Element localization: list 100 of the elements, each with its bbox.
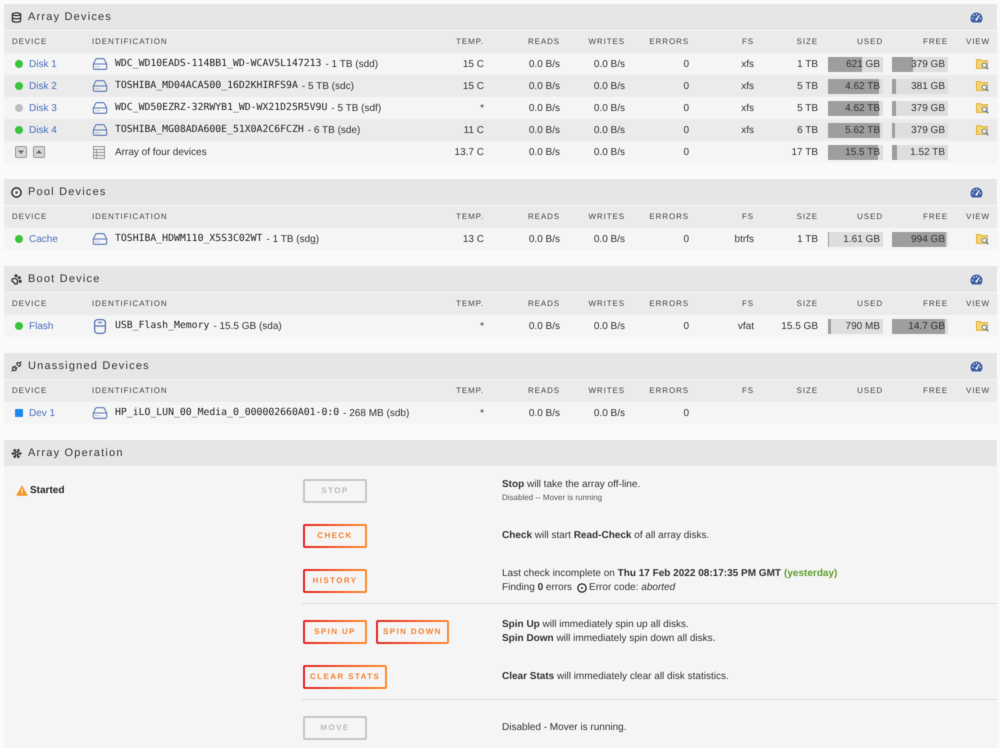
device-link[interactable]: Disk 3: [29, 100, 57, 116]
filesystem-value: xfs: [741, 102, 754, 116]
plug-icon: [11, 360, 22, 372]
temperature-value: *: [480, 406, 484, 420]
array-status: Started: [30, 484, 64, 498]
action-button[interactable]: SPIN UP: [303, 620, 367, 644]
gauge-icon[interactable]: [970, 360, 983, 372]
description-text: Disabled - Mover is running.: [502, 720, 626, 734]
device-link[interactable]: Flash: [29, 318, 54, 334]
relative-date: (yesterday): [784, 566, 838, 580]
hard-drive-icon: [92, 56, 108, 72]
action-button[interactable]: CLEAR STATS: [303, 664, 388, 688]
column-header: FS: [742, 36, 754, 48]
column-header: IDENTIFICATION: [92, 211, 168, 223]
snowflake-icon: [11, 448, 22, 458]
column-header: USED: [857, 298, 883, 310]
folder-search-icon[interactable]: [976, 124, 989, 136]
column-header: FREE: [923, 298, 948, 310]
finding-text: Finding 0 errors: [502, 580, 572, 594]
reads-value: 0.0 B/s: [528, 58, 560, 72]
gauge-icon[interactable]: [970, 274, 983, 284]
size-value: 5 TB: [797, 80, 818, 94]
column-header: USED: [857, 385, 883, 397]
device-link[interactable]: Disk 2: [29, 78, 57, 94]
filesystem-value: vfat: [738, 320, 754, 334]
reads-value: 0.0 B/s: [528, 80, 560, 94]
filesystem-value: xfs: [741, 124, 754, 138]
column-header: DEVICE: [12, 298, 48, 310]
device-link[interactable]: Disk 4: [29, 122, 57, 138]
column-header: SIZE: [796, 36, 818, 48]
temperature-value: 13 C: [462, 232, 484, 246]
writes-value: 0.0 B/s: [594, 232, 625, 246]
temperature-value: *: [480, 320, 484, 334]
used-space-value: 1.61 GB: [843, 232, 881, 246]
device-link[interactable]: Disk 1: [29, 56, 57, 72]
temperature-value: 11 C: [464, 124, 484, 138]
free-space-value: 379 GB: [911, 124, 946, 138]
column-header: FS: [742, 298, 754, 310]
list-icon: [93, 146, 105, 158]
reads-value: 0.0 B/s: [528, 406, 560, 420]
errors-value: 0: [683, 232, 689, 246]
column-header: TEMP.: [456, 211, 484, 223]
device-details: - 5 TB (sdf): [331, 102, 382, 116]
column-header: FREE: [923, 211, 948, 223]
free-space-value: 379 GB: [911, 102, 946, 116]
folder-search-icon[interactable]: [976, 320, 989, 332]
column-header: SIZE: [796, 298, 818, 310]
section-title: Pool Devices: [28, 184, 107, 200]
flash-drive-icon: [93, 318, 107, 334]
folder-search-icon[interactable]: [976, 58, 989, 70]
caret-down-icon[interactable]: [15, 146, 27, 158]
column-header: TEMP.: [456, 36, 484, 48]
gauge-icon[interactable]: [970, 12, 983, 22]
device-model: TOSHIBA_MG08ADA600E_51X0A2C6FCZH: [115, 122, 304, 137]
caret-up-icon[interactable]: [33, 146, 45, 158]
column-header: DEVICE: [12, 36, 48, 48]
device-link[interactable]: Dev 1: [29, 406, 56, 420]
free-space-value: 379 GB: [911, 58, 946, 72]
column-header: FS: [742, 211, 754, 223]
device-model: USB_Flash_Memory: [115, 318, 210, 333]
filesystem-value: btrfs: [734, 232, 754, 246]
folder-search-icon[interactable]: [976, 80, 989, 92]
hard-drive-icon: [92, 78, 108, 94]
device-details: - 268 MB (sdb): [343, 406, 410, 420]
action-button[interactable]: CHECK: [303, 524, 367, 548]
column-header: VIEW: [966, 298, 990, 310]
reads-value: 0.0 B/s: [528, 124, 560, 138]
used-space-value: 790 MB: [846, 320, 881, 334]
circle-dot-icon: [11, 186, 22, 198]
column-header: IDENTIFICATION: [92, 385, 168, 397]
device-details: - 1 TB (sdg): [266, 232, 320, 246]
folder-search-icon[interactable]: [976, 102, 989, 114]
description-text: Spin Down will immediately spin down all disks.: [502, 632, 716, 646]
free-space-value: 1.52 TB: [910, 146, 946, 160]
paw-icon: [11, 274, 22, 284]
errors-value: 0: [683, 146, 689, 160]
column-header: FREE: [923, 385, 948, 397]
column-header: VIEW: [966, 211, 990, 223]
column-header: FREE: [923, 36, 948, 48]
column-header: WRITES: [588, 211, 625, 223]
description-text: Stop will take the array off-line.: [502, 478, 640, 492]
column-header: READS: [528, 385, 560, 397]
gauge-icon[interactable]: [970, 186, 983, 198]
folder-search-icon[interactable]: [976, 233, 989, 245]
column-header: ERRORS: [649, 36, 689, 48]
device-model: TOSHIBA_MD04ACA500_16D2KHIRFS9A: [115, 78, 298, 93]
temperature-value: 13.7 C: [454, 146, 484, 160]
writes-value: 0.0 B/s: [594, 102, 625, 116]
device-details: - 15.5 GB (sda): [213, 320, 282, 334]
column-header: WRITES: [588, 385, 625, 397]
device-link[interactable]: Cache: [29, 232, 58, 246]
errors-value: 0: [683, 58, 689, 72]
column-header: IDENTIFICATION: [92, 298, 168, 310]
size-value: 1 TB: [797, 232, 818, 246]
column-header: VIEW: [966, 36, 990, 48]
size-value: 6 TB: [797, 124, 818, 138]
action-button[interactable]: HISTORY: [303, 568, 367, 592]
reads-value: 0.0 B/s: [528, 146, 560, 160]
action-button[interactable]: SPIN DOWN: [376, 620, 449, 644]
hard-drive-icon: [92, 122, 108, 138]
